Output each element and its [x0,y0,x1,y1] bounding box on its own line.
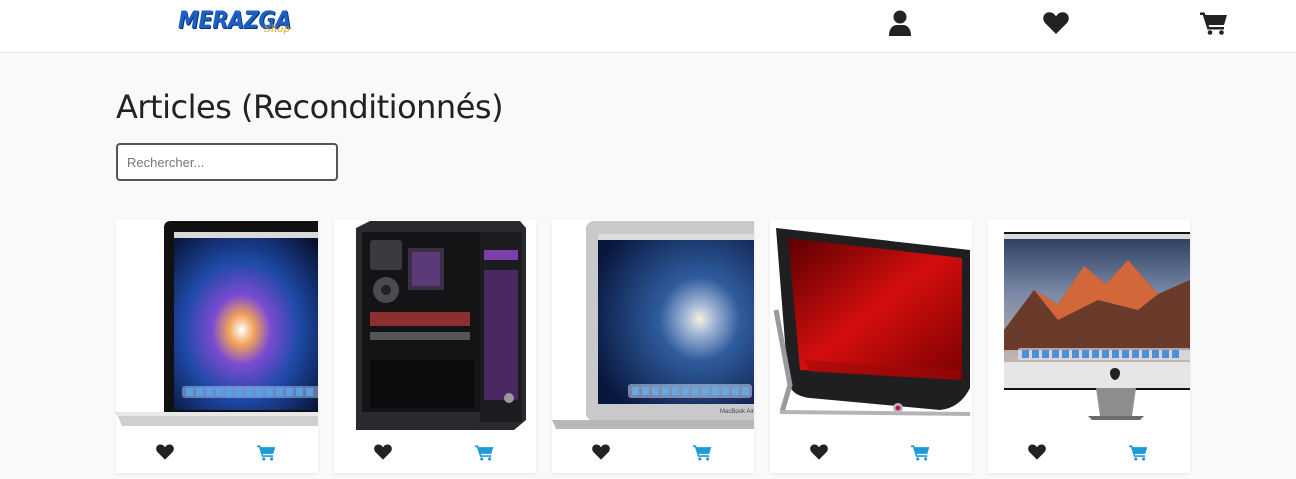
add-to-cart-button[interactable] [257,444,277,462]
cart-icon [1129,445,1148,461]
cart-icon [693,445,712,461]
macbook-air-image: MacBook Air [552,221,754,429]
product-card[interactable] [334,220,536,473]
cart-icon [257,445,276,461]
shop-logo[interactable]: MERAZGA Shop [178,6,291,40]
product-card[interactable]: MacBook Air [552,220,754,473]
macbook-pro-galaxy-image [116,221,318,426]
top-navbar: MERAZGA Shop [0,0,1296,53]
cart-button[interactable] [1200,9,1228,37]
user-icon [889,10,911,36]
wishlist-button[interactable] [1042,9,1070,37]
heart-icon [374,444,392,460]
product-card[interactable] [116,220,318,473]
laptop-screen-label: MacBook Air [720,409,754,415]
product-card[interactable] [988,220,1190,473]
logo-subtext: Shop [264,24,290,35]
desktop-tower-image [356,221,526,430]
add-to-favorites-button[interactable] [810,444,830,462]
add-to-favorites-button[interactable] [374,444,394,462]
cart-icon [911,445,930,461]
product-image[interactable]: MacBook Air [552,220,754,432]
heart-icon [156,444,174,460]
cart-icon [1200,12,1227,35]
add-to-favorites-button[interactable] [592,444,612,462]
imac-image [1004,232,1190,420]
search-input[interactable] [116,143,338,181]
product-image[interactable] [116,220,318,432]
add-to-cart-button[interactable] [1129,444,1149,462]
add-to-favorites-button[interactable] [1028,444,1048,462]
add-to-favorites-button[interactable] [156,444,176,462]
heart-icon [1043,12,1069,34]
heart-icon [592,444,610,460]
cart-icon [475,445,494,461]
heart-icon [810,444,828,460]
product-image[interactable] [988,220,1190,432]
product-image[interactable] [770,220,972,432]
heart-icon [1028,444,1046,460]
all-in-one-pc-image [773,228,971,416]
add-to-cart-button[interactable] [911,444,931,462]
account-button[interactable] [886,9,914,37]
product-card[interactable] [770,220,972,473]
page-title: Articles (Reconditionnés) [116,88,504,126]
product-grid: MacBook Air [116,220,1190,473]
add-to-cart-button[interactable] [475,444,495,462]
add-to-cart-button[interactable] [693,444,713,462]
product-image[interactable] [334,220,536,432]
